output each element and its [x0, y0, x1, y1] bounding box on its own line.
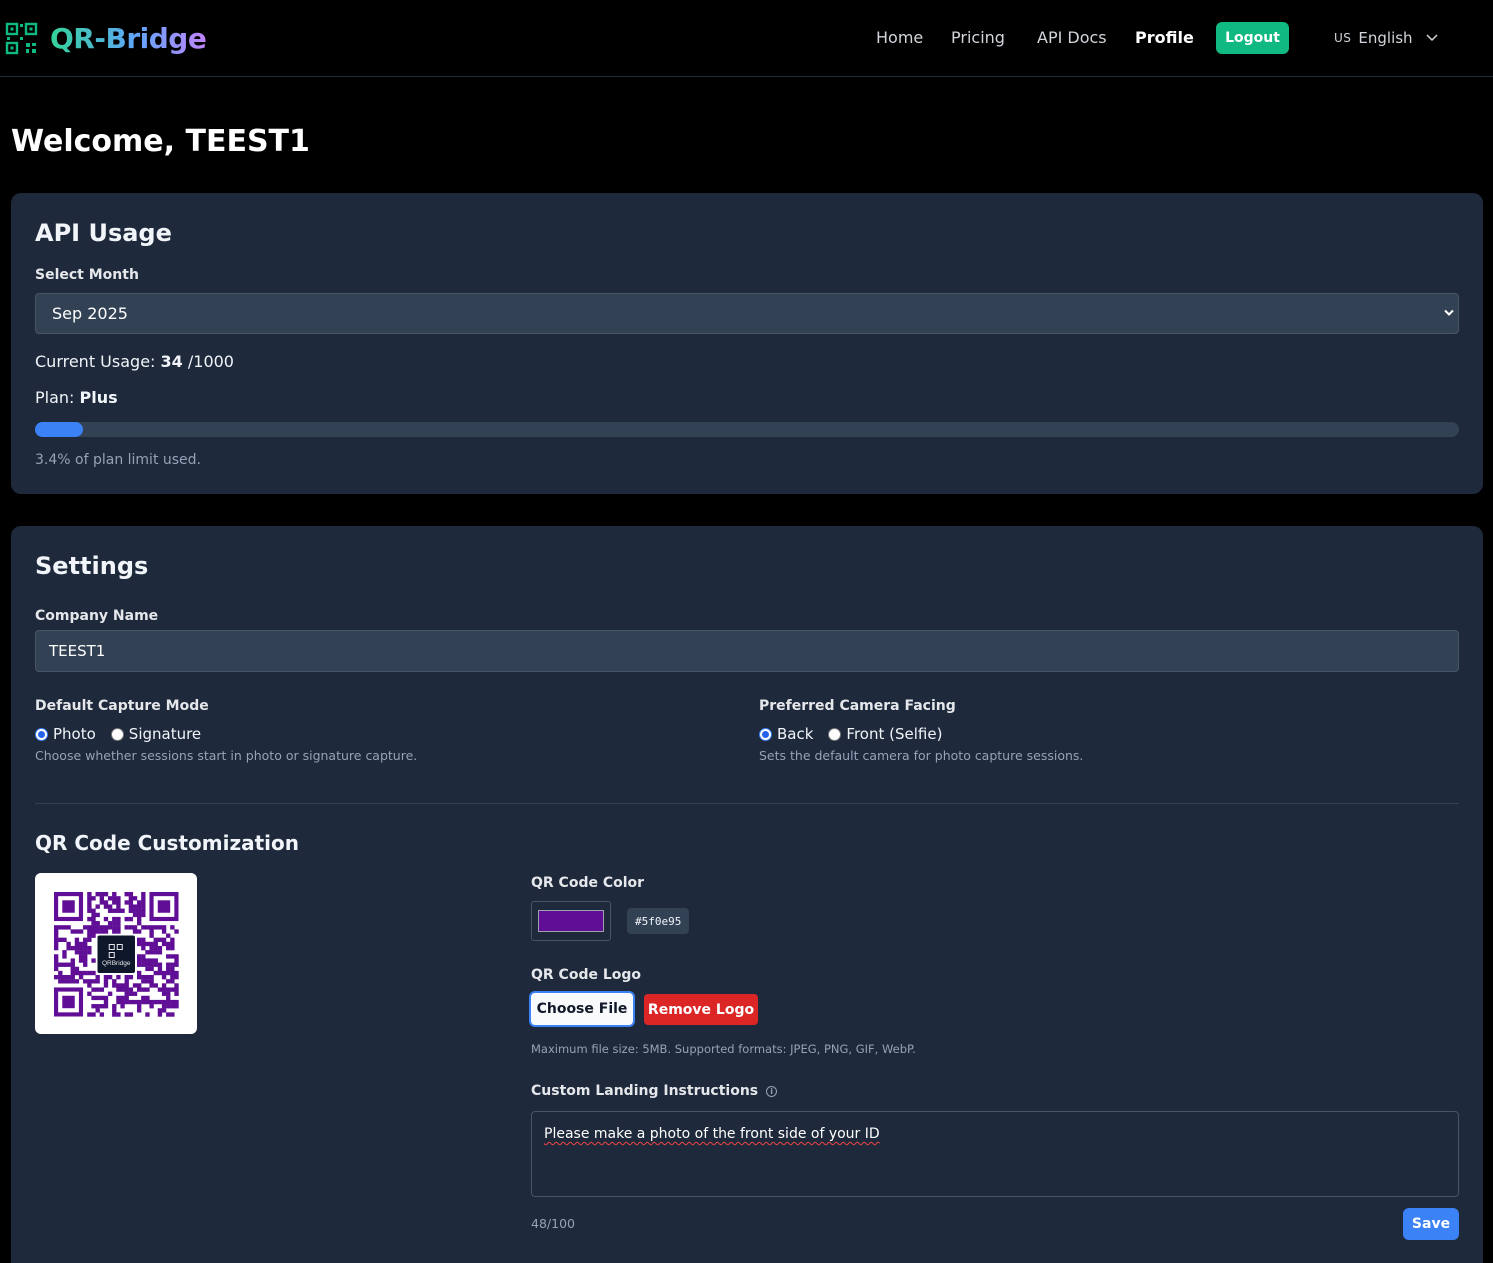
top-nav: QR-Bridge Home Pricing API Docs Profile … [0, 0, 1493, 77]
front-camera-radio[interactable] [828, 727, 842, 741]
save-button[interactable]: Save [1403, 1208, 1459, 1240]
nav-profile-link[interactable]: Profile [1135, 28, 1194, 47]
qr-customization-title: QR Code Customization [35, 831, 299, 855]
instructions-textarea[interactable]: Please make a photo of the front side of… [531, 1111, 1459, 1197]
camera-facing-help: Sets the default camera for photo captur… [759, 748, 1084, 763]
qr-logo-label: QR Code Logo [531, 967, 642, 983]
chevron-down-icon [1444, 309, 1454, 316]
nav-pricing-link[interactable]: Pricing [951, 28, 1005, 47]
plan-text: Plan: Plus [35, 388, 118, 407]
qr-color-picker[interactable] [531, 901, 611, 941]
file-size-help: Maximum file size: 5MB. Supported format… [531, 1042, 916, 1056]
signature-radio[interactable] [110, 727, 124, 741]
usage-label: Current Usage: [35, 352, 156, 371]
usage-progress-fill [35, 422, 84, 437]
capture-mode-label: Default Capture Mode [35, 698, 209, 714]
settings-card: Settings Company Name TEEST1 Default Cap… [11, 526, 1483, 1263]
settings-title: Settings [35, 552, 149, 580]
photo-radio[interactable] [35, 727, 48, 741]
capture-mode-help: Choose whether sessions start in photo o… [35, 748, 418, 763]
usage-progress-bar [35, 422, 1459, 437]
company-name-value: TEEST1 [49, 642, 106, 660]
api-usage-title: API Usage [35, 219, 172, 247]
camera-facing-label: Preferred Camera Facing [759, 698, 956, 714]
back-camera-label[interactable]: Back [777, 725, 813, 743]
qr-color-label: QR Code Color [531, 875, 645, 891]
info-icon[interactable]: i [766, 1085, 778, 1097]
instructions-label-row: Custom Landing Instructions i [531, 1083, 778, 1099]
month-select[interactable]: Sep 2025 [35, 293, 1459, 334]
welcome-heading: Welcome, TEEST1 [11, 124, 310, 159]
qr-color-hex: #5f0e95 [627, 908, 690, 934]
nav-api-docs-link[interactable]: API Docs [1037, 28, 1107, 47]
company-name-label: Company Name [35, 608, 159, 624]
select-month-label: Select Month [35, 267, 139, 283]
language-selector[interactable]: US English [1334, 29, 1438, 47]
brand-logo[interactable]: QR-Bridge [5, 22, 207, 55]
back-camera-radio[interactable] [759, 727, 772, 741]
usage-percent-text: 3.4% of plan limit used. [35, 452, 202, 468]
camera-facing-radio-group: Back Front (Selfie) [759, 725, 942, 743]
usage-current: 34 [160, 352, 183, 371]
brand-name: QR-Bridge [50, 22, 207, 55]
logout-button[interactable]: Logout [1216, 22, 1289, 54]
month-select-value: Sep 2025 [52, 304, 128, 323]
capture-mode-radio-group: Photo Signature [35, 725, 201, 743]
plan-label: Plan: [35, 388, 75, 407]
company-name-input[interactable]: TEEST1 [35, 630, 1459, 672]
qr-code-image: QRBridge [54, 892, 179, 1017]
chevron-down-icon [1426, 34, 1438, 42]
qr-code-preview: QRBridge [35, 873, 197, 1034]
us-flag-icon: US [1334, 31, 1352, 45]
instructions-label: Custom Landing Instructions [531, 1083, 759, 1099]
qr-center-logo-text: QRBridge [102, 960, 131, 967]
api-usage-card: API Usage Select Month Sep 2025 Current … [11, 193, 1483, 494]
section-divider [35, 803, 1459, 804]
current-usage-text: Current Usage: 34 /1000 [35, 352, 234, 371]
nav-home-link[interactable]: Home [876, 28, 923, 47]
photo-radio-label[interactable]: Photo [53, 725, 96, 743]
language-label: English [1358, 29, 1413, 47]
remove-logo-button[interactable]: Remove Logo [644, 994, 758, 1025]
plan-name: Plus [79, 388, 118, 407]
char-count: 48/100 [531, 1216, 575, 1231]
front-camera-label[interactable]: Front (Selfie) [846, 725, 942, 743]
qr-logo-icon [5, 22, 38, 55]
choose-file-button[interactable]: Choose File [529, 991, 635, 1027]
signature-radio-label[interactable]: Signature [129, 725, 201, 743]
usage-limit: 1000 [193, 352, 234, 371]
qr-color-swatch [538, 910, 604, 932]
instructions-value: Please make a photo of the front side of… [544, 1126, 880, 1142]
